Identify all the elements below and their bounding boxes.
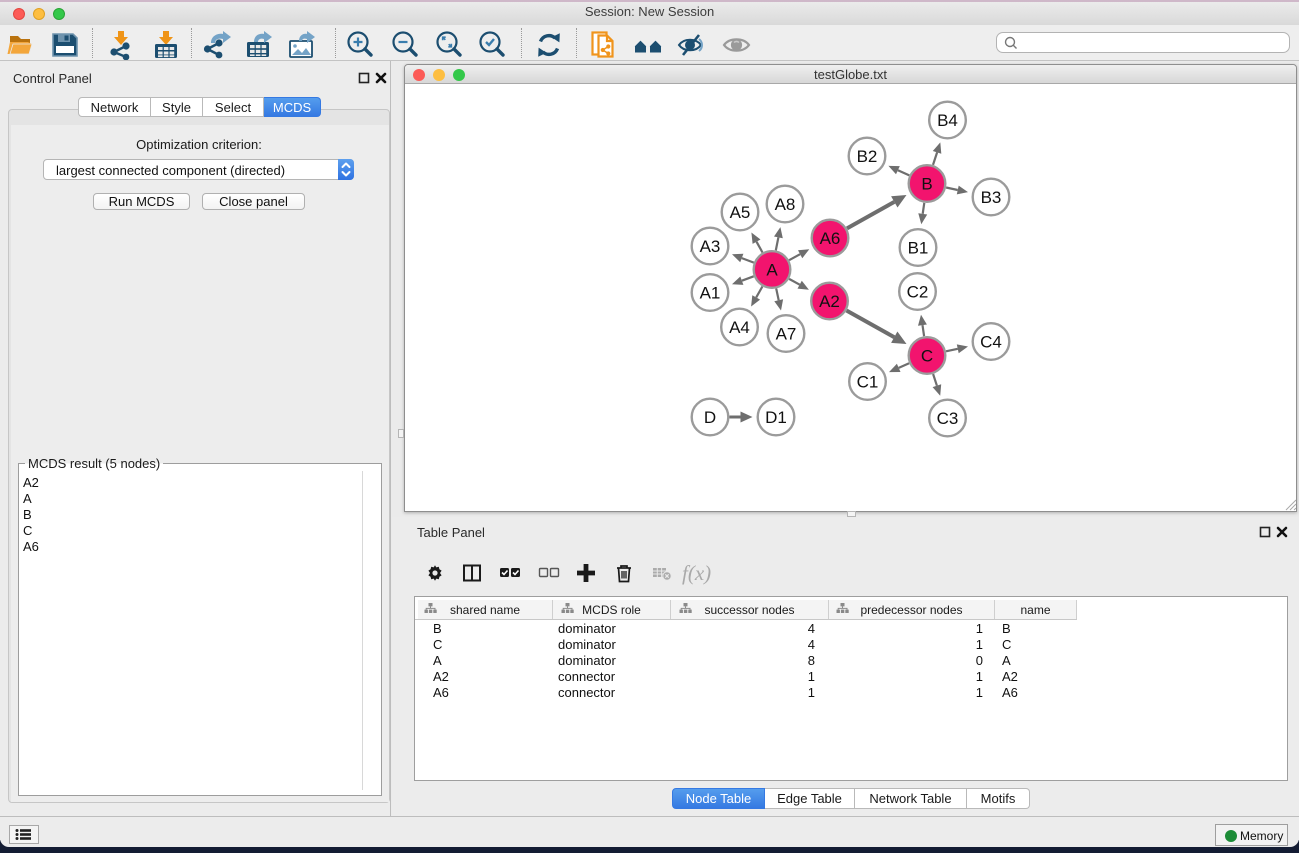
svg-text:A: A (766, 261, 778, 280)
svg-text:B2: B2 (857, 147, 878, 166)
svg-text:B1: B1 (908, 239, 929, 258)
svg-text:A3: A3 (700, 237, 721, 256)
svg-text:B3: B3 (981, 188, 1002, 207)
svg-text:C4: C4 (980, 333, 1002, 352)
svg-text:B4: B4 (937, 111, 958, 130)
svg-text:C1: C1 (857, 373, 879, 392)
svg-text:A6: A6 (820, 229, 841, 248)
svg-text:C2: C2 (907, 283, 929, 302)
svg-text:A4: A4 (729, 318, 750, 337)
svg-text:C3: C3 (937, 409, 959, 428)
svg-text:C: C (921, 347, 933, 366)
svg-text:A1: A1 (700, 284, 721, 303)
svg-text:A2: A2 (819, 292, 840, 311)
svg-text:A5: A5 (730, 203, 751, 222)
svg-text:B: B (921, 175, 932, 194)
svg-text:D: D (704, 408, 716, 427)
svg-text:A8: A8 (775, 195, 796, 214)
svg-text:A7: A7 (776, 325, 797, 344)
svg-text:D1: D1 (765, 408, 787, 427)
